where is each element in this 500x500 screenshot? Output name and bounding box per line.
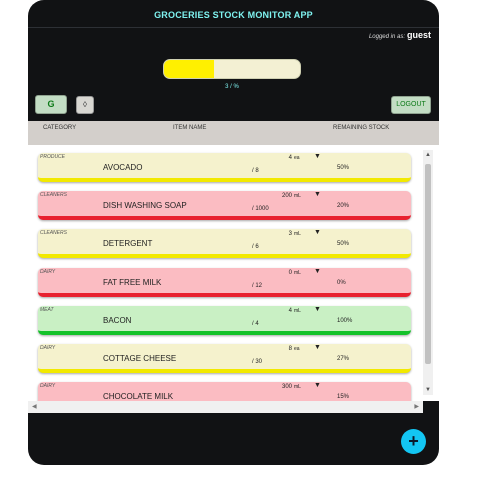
g-button[interactable]: G — [35, 95, 67, 114]
item-name: BACON — [103, 316, 132, 325]
scroll-up-arrow-icon[interactable]: ▲ — [423, 150, 433, 160]
remaining-percent: 50% — [337, 165, 350, 171]
title-divider — [28, 27, 439, 28]
unit-select[interactable]: mL — [294, 308, 301, 314]
item-card[interactable]: MEAT BACON 4 mL ▼ / 4 100% — [38, 306, 411, 335]
logout-button[interactable]: LOGOUT — [391, 96, 431, 114]
header-category: CATEGORY — [43, 125, 77, 131]
quantity-input[interactable]: 8 — [258, 346, 292, 352]
remaining-percent: 100% — [337, 318, 353, 324]
item-category: CLEANERS — [40, 192, 67, 198]
chevron-down-icon[interactable]: ▼ — [314, 153, 321, 160]
scroll-down-arrow-icon[interactable]: ▼ — [423, 385, 433, 395]
item-total: / 6 — [252, 244, 259, 250]
header-item-name: ITEM NAME — [173, 125, 207, 131]
app-title: GROCERIES STOCK MONITOR APP — [154, 10, 313, 20]
unit-select[interactable]: ea — [294, 346, 300, 352]
item-category: PRODUCE — [40, 154, 66, 160]
item-list[interactable]: PRODUCE AVOCADO 4 ea ▼/ 8 50% CLEANERS DISH WAS… — [28, 145, 439, 401]
quantity-input[interactable]: 200 — [258, 193, 292, 199]
unit-select[interactable]: mL — [294, 270, 301, 276]
item-name: CHOCOLATE MILK — [103, 392, 174, 401]
chevron-down-icon[interactable]: ▼ — [314, 382, 321, 389]
chevron-down-icon[interactable]: ▼ — [314, 306, 321, 313]
unit-select[interactable]: mL — [294, 231, 301, 237]
scroll-thumb[interactable] — [425, 164, 431, 364]
quantity-input[interactable]: 4 — [258, 155, 292, 161]
horizontal-scrollbar[interactable]: ◀ ▶ — [28, 401, 423, 413]
remaining-percent: 20% — [337, 203, 350, 209]
item-category: DAIRY — [40, 345, 56, 351]
remaining-percent: 0% — [337, 280, 346, 286]
item-name: AVOCADO — [103, 163, 143, 172]
logged-in-indicator: Logged in as: guest — [369, 30, 431, 40]
chevron-down-icon[interactable]: ▼ — [314, 268, 321, 275]
item-card[interactable]: DAIRY FAT FREE MILK 0 mL ▼ / 12 0% — [38, 268, 411, 297]
remaining-percent: 50% — [337, 241, 350, 247]
chevron-down-icon[interactable]: ▼ — [314, 191, 321, 198]
item-card[interactable]: CLEANERS DISH WASHING SOAP 200 mL ▼ / 1000 20% — [38, 191, 411, 220]
item-card[interactable]: DAIRY COTTAGE CHEESE 8 ea ▼ / 30 27% — [38, 344, 411, 373]
item-total: / 8 — [252, 168, 259, 174]
quantity-input[interactable]: 300 — [258, 384, 292, 390]
app-window: GROCERIES STOCK MONITOR APP Logged in as… — [28, 0, 439, 465]
table-header: CATEGORY ITEM NAME REMAINING STOCK — [28, 121, 439, 145]
sort-button[interactable]: ◊ — [76, 96, 94, 114]
remaining-percent: 27% — [337, 356, 350, 362]
item-name: DISH WASHING SOAP — [103, 201, 187, 210]
quantity-input[interactable]: 4 — [258, 308, 292, 314]
item-category: DAIRY — [40, 269, 56, 275]
logged-in-prefix: Logged in as: — [368, 34, 405, 40]
progress-label: 3 / % — [225, 84, 239, 90]
scroll-left-arrow-icon[interactable]: ◀ — [32, 403, 37, 410]
item-total: / 30 — [252, 359, 263, 365]
item-name: DETERGENT — [103, 239, 153, 248]
quantity-input[interactable]: 3 — [258, 231, 292, 237]
item-total: / 12 — [252, 283, 263, 289]
chevron-down-icon[interactable]: ▼ — [314, 229, 321, 236]
item-total: / 1000 — [252, 206, 269, 212]
vertical-scrollbar[interactable]: ▲ ▼ — [423, 150, 433, 395]
item-card[interactable]: CLEANERS DETERGENT 3 mL ▼ / 6 50% — [38, 229, 411, 258]
item-total: / 4 — [252, 321, 259, 327]
item-category: DAIRY — [40, 383, 56, 389]
unit-select[interactable]: mL — [294, 193, 301, 199]
item-name: FAT FREE MILK — [103, 278, 162, 287]
item-card[interactable]: DAIRY CHOCOLATE MILK 300 mL ▼ 15% — [38, 382, 411, 401]
item-card[interactable]: PRODUCE AVOCADO 4 ea ▼ / 8 50% — [38, 153, 411, 182]
progress-fill — [164, 60, 215, 78]
scroll-right-arrow-icon[interactable]: ▶ — [414, 403, 419, 410]
header-remaining-stock: REMAINING STOCK — [333, 125, 390, 131]
item-category: CLEANERS — [40, 230, 67, 236]
chevron-down-icon[interactable]: ▼ — [314, 344, 321, 351]
item-category: MEAT — [40, 307, 54, 313]
stock-progress-bar — [163, 59, 301, 79]
username: guest — [406, 30, 431, 40]
unit-select[interactable]: ea — [294, 155, 300, 161]
add-item-button[interactable]: + — [401, 429, 426, 454]
quantity-input[interactable]: 0 — [258, 270, 292, 276]
unit-select[interactable]: mL — [294, 384, 301, 390]
remaining-percent: 15% — [337, 394, 350, 400]
item-name: COTTAGE CHEESE — [103, 354, 177, 363]
